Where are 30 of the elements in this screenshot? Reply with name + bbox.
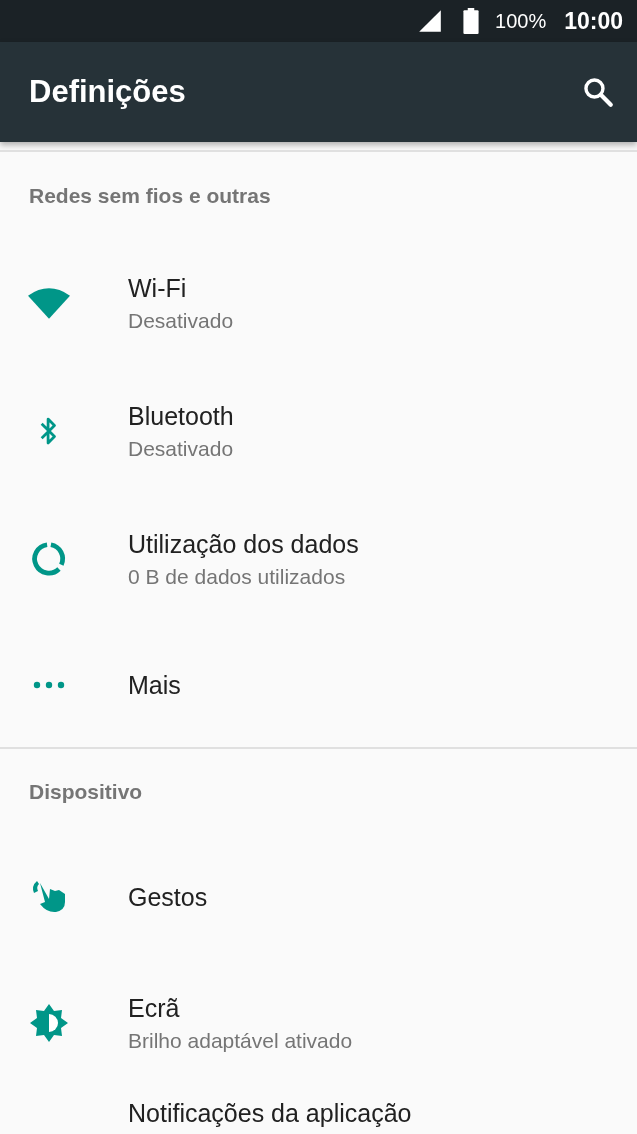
settings-item[interactable]: Ecrã Brilho adaptável ativado	[0, 959, 637, 1087]
item-title: Bluetooth	[128, 401, 234, 431]
section-header: Dispositivo	[29, 780, 143, 804]
item-title: Notificações da aplicação	[128, 1099, 412, 1128]
screen-title: Definições	[29, 74, 186, 110]
item-title: Ecrã	[128, 993, 181, 1023]
data-usage-icon	[30, 540, 68, 578]
battery-percentage: 100%	[495, 9, 547, 33]
settings-item[interactable]: Wi-Fi Desativado	[0, 239, 637, 367]
item-summary: 0 B de dados utilizados	[128, 564, 347, 589]
section-header: Redes sem fios e outras	[29, 183, 271, 208]
signal-icon	[417, 8, 443, 34]
item-title: Utilização dos dados	[128, 529, 359, 559]
settings-item[interactable]: Notificações da aplicação	[0, 1087, 637, 1134]
settings-item[interactable]: Gestos	[0, 835, 637, 959]
item-title: Mais	[128, 670, 181, 700]
item-summary: Desativado	[128, 308, 234, 333]
more-icon	[33, 681, 65, 689]
settings-item[interactable]: Utilização dos dados 0 B de dados utilizados	[0, 495, 637, 623]
item-summary: Desativado	[128, 436, 234, 461]
settings-item[interactable]: Mais	[0, 623, 637, 747]
clock: 10:00	[564, 7, 623, 35]
item-title: Wi-Fi	[128, 273, 188, 303]
item-summary: Brilho adaptável ativado	[128, 1028, 353, 1053]
brightness-icon	[29, 1003, 69, 1043]
battery-icon	[463, 8, 479, 34]
item-title: Gestos	[128, 882, 208, 912]
wifi-icon	[28, 287, 70, 319]
search-icon[interactable]	[581, 75, 615, 109]
settings-item[interactable]: Bluetooth Desativado	[0, 367, 637, 495]
